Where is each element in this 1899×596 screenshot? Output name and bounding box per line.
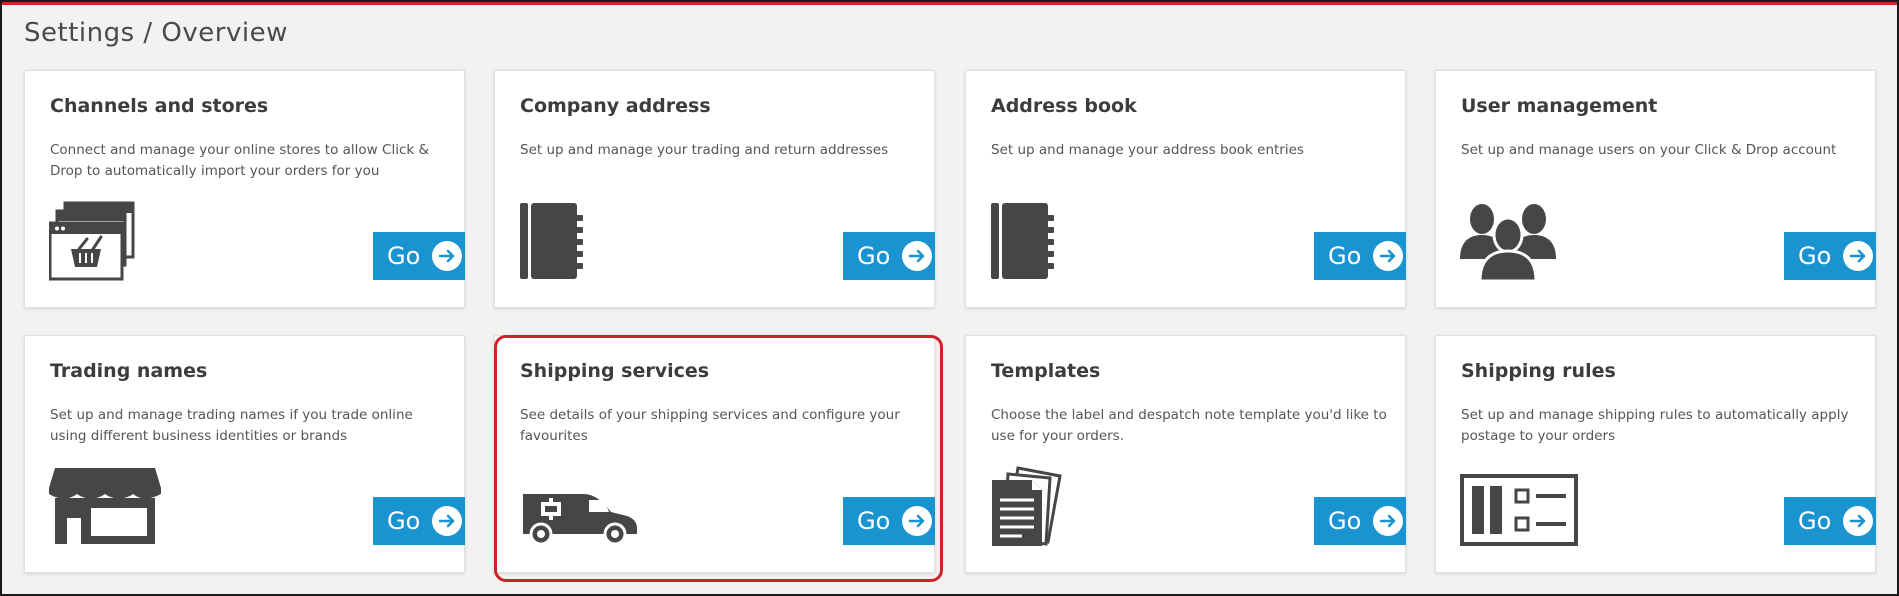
go-button-address-book[interactable]: Go xyxy=(1314,232,1406,280)
arrow-right-icon xyxy=(432,241,463,271)
go-label: Go xyxy=(387,507,421,535)
go-label: Go xyxy=(1798,242,1832,270)
rules-panel-icon xyxy=(1460,474,1578,550)
card-description: Connect and manage your online stores to… xyxy=(50,142,430,179)
arrow-right-icon xyxy=(1373,241,1404,271)
card-user-management: User management Set up and manage users … xyxy=(1435,70,1876,308)
card-description: Set up and manage users on your Click & … xyxy=(1461,142,1837,158)
go-label: Go xyxy=(1798,507,1832,535)
arrow-right-icon xyxy=(432,506,463,536)
card-title: Company address xyxy=(520,95,711,117)
card-shipping-rules: Shipping rules Set up and manage shippin… xyxy=(1435,335,1876,573)
go-button-channels-and-stores[interactable]: Go xyxy=(373,232,465,280)
arrow-right-icon xyxy=(1843,241,1874,271)
go-button-user-management[interactable]: Go xyxy=(1784,232,1876,280)
go-button-shipping-rules[interactable]: Go xyxy=(1784,497,1876,545)
arrow-right-icon xyxy=(1843,506,1874,536)
card-title: Trading names xyxy=(50,360,208,382)
card-templates: Templates Choose the label and despatch … xyxy=(965,335,1406,573)
address-book-icon xyxy=(519,201,585,285)
card-title: Channels and stores xyxy=(50,95,269,117)
card-description: Set up and manage trading names if you t… xyxy=(50,407,413,444)
go-button-trading-names[interactable]: Go xyxy=(373,497,465,545)
go-label: Go xyxy=(1328,242,1362,270)
card-address-book: Address book Set up and manage your addr… xyxy=(965,70,1406,308)
page-title: Settings / Overview xyxy=(24,18,288,48)
documents-icon xyxy=(990,466,1062,550)
card-trading-names: Trading names Set up and manage trading … xyxy=(24,335,465,573)
card-title: User management xyxy=(1461,95,1658,117)
card-title: Shipping rules xyxy=(1461,360,1616,382)
delivery-van-icon xyxy=(519,488,639,550)
card-description: Set up and manage your address book entr… xyxy=(991,142,1304,158)
go-label: Go xyxy=(1328,507,1362,535)
store-windows-basket-icon xyxy=(48,201,137,285)
arrow-right-icon xyxy=(1373,506,1404,536)
go-button-templates[interactable]: Go xyxy=(1314,497,1406,545)
arrow-right-icon xyxy=(902,241,933,271)
card-title: Address book xyxy=(991,95,1137,117)
card-channels-and-stores: Channels and stores Connect and manage y… xyxy=(24,70,465,308)
card-title: Shipping services xyxy=(520,360,710,382)
card-description: Set up and manage your trading and retur… xyxy=(520,142,889,158)
top-accent-bar xyxy=(0,0,1899,5)
arrow-right-icon xyxy=(902,506,933,536)
users-icon xyxy=(1460,201,1556,285)
card-description: Choose the label and despatch note templ… xyxy=(991,407,1387,444)
card-description: Set up and manage shipping rules to auto… xyxy=(1461,407,1849,444)
card-description: See details of your shipping services an… xyxy=(520,407,900,444)
go-button-company-address[interactable]: Go xyxy=(843,232,935,280)
go-label: Go xyxy=(387,242,421,270)
card-company-address: Company address Set up and manage your t… xyxy=(494,70,935,308)
card-shipping-services: Shipping services See details of your sh… xyxy=(494,335,935,573)
go-button-shipping-services[interactable]: Go xyxy=(843,497,935,545)
card-title: Templates xyxy=(991,360,1101,382)
go-label: Go xyxy=(857,242,891,270)
shopfront-icon xyxy=(49,466,161,550)
address-book-icon xyxy=(990,201,1056,285)
go-label: Go xyxy=(857,507,891,535)
